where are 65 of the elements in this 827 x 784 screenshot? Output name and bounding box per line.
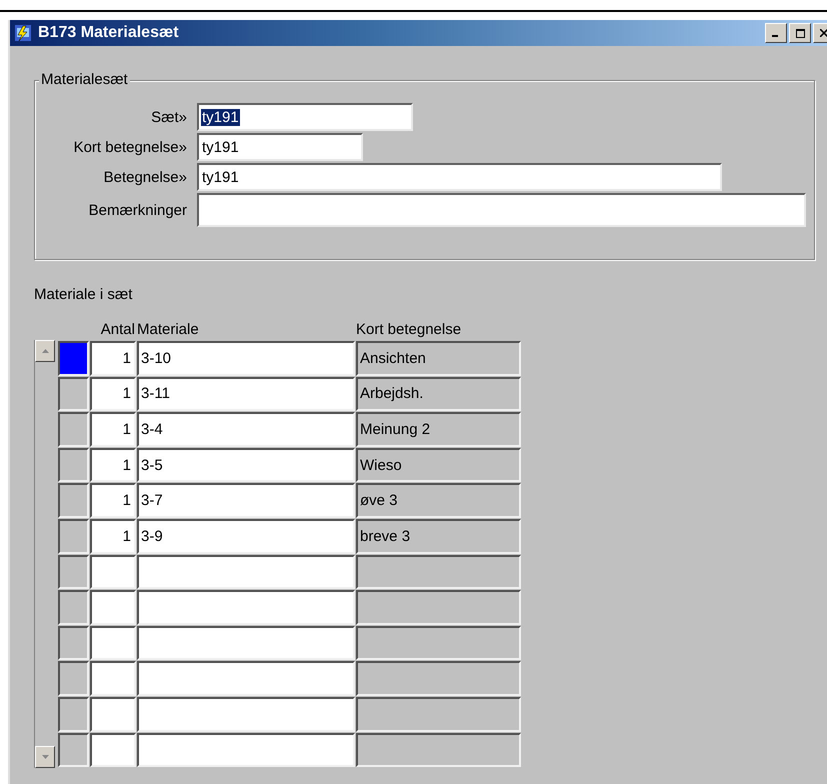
window-title: B173 Materialesæt bbox=[38, 24, 180, 42]
row-selector[interactable] bbox=[58, 554, 89, 590]
row-selector[interactable] bbox=[58, 590, 89, 625]
column-header: Materiale bbox=[137, 321, 200, 340]
input-field[interactable]: ty191 bbox=[197, 103, 413, 131]
table-cell[interactable]: 1 bbox=[90, 483, 136, 518]
table-cell[interactable] bbox=[90, 696, 136, 732]
row-selector[interactable] bbox=[58, 483, 89, 518]
table-cell: breve 3 bbox=[356, 518, 521, 554]
table-cell[interactable] bbox=[137, 626, 355, 660]
table-cell[interactable] bbox=[137, 661, 355, 696]
field-label: Bemærkninger bbox=[88, 202, 187, 218]
table-cell[interactable]: 1 bbox=[90, 376, 136, 412]
app-icon bbox=[14, 24, 32, 42]
table-cell[interactable] bbox=[137, 590, 355, 625]
section-label: Materiale i sæt bbox=[34, 286, 134, 303]
table-cell[interactable] bbox=[137, 554, 355, 590]
row-selector[interactable] bbox=[58, 661, 89, 696]
table-cell[interactable] bbox=[137, 732, 355, 768]
row-selector[interactable] bbox=[58, 376, 89, 412]
maximize-button[interactable] bbox=[789, 23, 811, 43]
table-cell[interactable] bbox=[90, 626, 136, 660]
table-cell[interactable]: 1 bbox=[90, 412, 136, 447]
table-cell[interactable] bbox=[137, 696, 355, 732]
down-arrow-icon bbox=[42, 755, 48, 759]
table-cell: Wieso bbox=[356, 448, 521, 482]
row-selector[interactable] bbox=[58, 341, 89, 376]
row-selector[interactable] bbox=[58, 412, 89, 447]
scroll-down-button[interactable] bbox=[35, 746, 55, 768]
table-cell: Arbejdsh. bbox=[356, 376, 521, 412]
input-field[interactable]: ty191 bbox=[197, 163, 722, 191]
field-label: Betegnelse» bbox=[102, 168, 187, 186]
table-cell: Meinung 2 bbox=[356, 412, 521, 447]
table-cell[interactable] bbox=[90, 661, 136, 696]
table-cell[interactable]: 1 bbox=[90, 518, 136, 554]
table-cell[interactable]: 3-9 bbox=[137, 518, 355, 554]
table-cell[interactable]: 3-7 bbox=[137, 483, 355, 518]
row-selector[interactable] bbox=[58, 732, 89, 768]
table-cell[interactable]: 1 bbox=[90, 448, 136, 482]
table-cell[interactable] bbox=[90, 554, 136, 590]
maximize-icon bbox=[796, 28, 804, 38]
input-field[interactable] bbox=[197, 193, 806, 227]
row-selector[interactable] bbox=[58, 696, 89, 732]
scrollbar[interactable] bbox=[34, 340, 55, 768]
column-header: Antal bbox=[100, 321, 136, 340]
table-cell[interactable] bbox=[90, 732, 136, 768]
table-cell[interactable]: 3-11 bbox=[137, 376, 355, 412]
field-label: Kort betegnelse» bbox=[72, 138, 187, 156]
table-cell[interactable]: 3-4 bbox=[137, 412, 355, 447]
column-header: Kort betegnelse bbox=[356, 321, 462, 340]
table-cell: Ansichten bbox=[356, 341, 521, 376]
table-cell[interactable]: 3-5 bbox=[137, 448, 355, 482]
scroll-up-button[interactable] bbox=[35, 340, 55, 362]
table-cell[interactable]: 1 bbox=[90, 341, 136, 376]
table-cell[interactable] bbox=[90, 590, 136, 625]
table-cell: øve 3 bbox=[356, 483, 521, 518]
row-selector[interactable] bbox=[58, 518, 89, 554]
row-selector[interactable] bbox=[58, 448, 89, 482]
close-icon bbox=[820, 29, 827, 37]
up-arrow-icon bbox=[42, 349, 48, 353]
field-label: Sæt» bbox=[150, 108, 187, 126]
table-cell[interactable]: 3-10 bbox=[137, 341, 355, 376]
minimize-button[interactable] bbox=[765, 23, 787, 43]
input-field[interactable]: ty191 bbox=[197, 133, 363, 161]
row-selector[interactable] bbox=[58, 626, 89, 660]
